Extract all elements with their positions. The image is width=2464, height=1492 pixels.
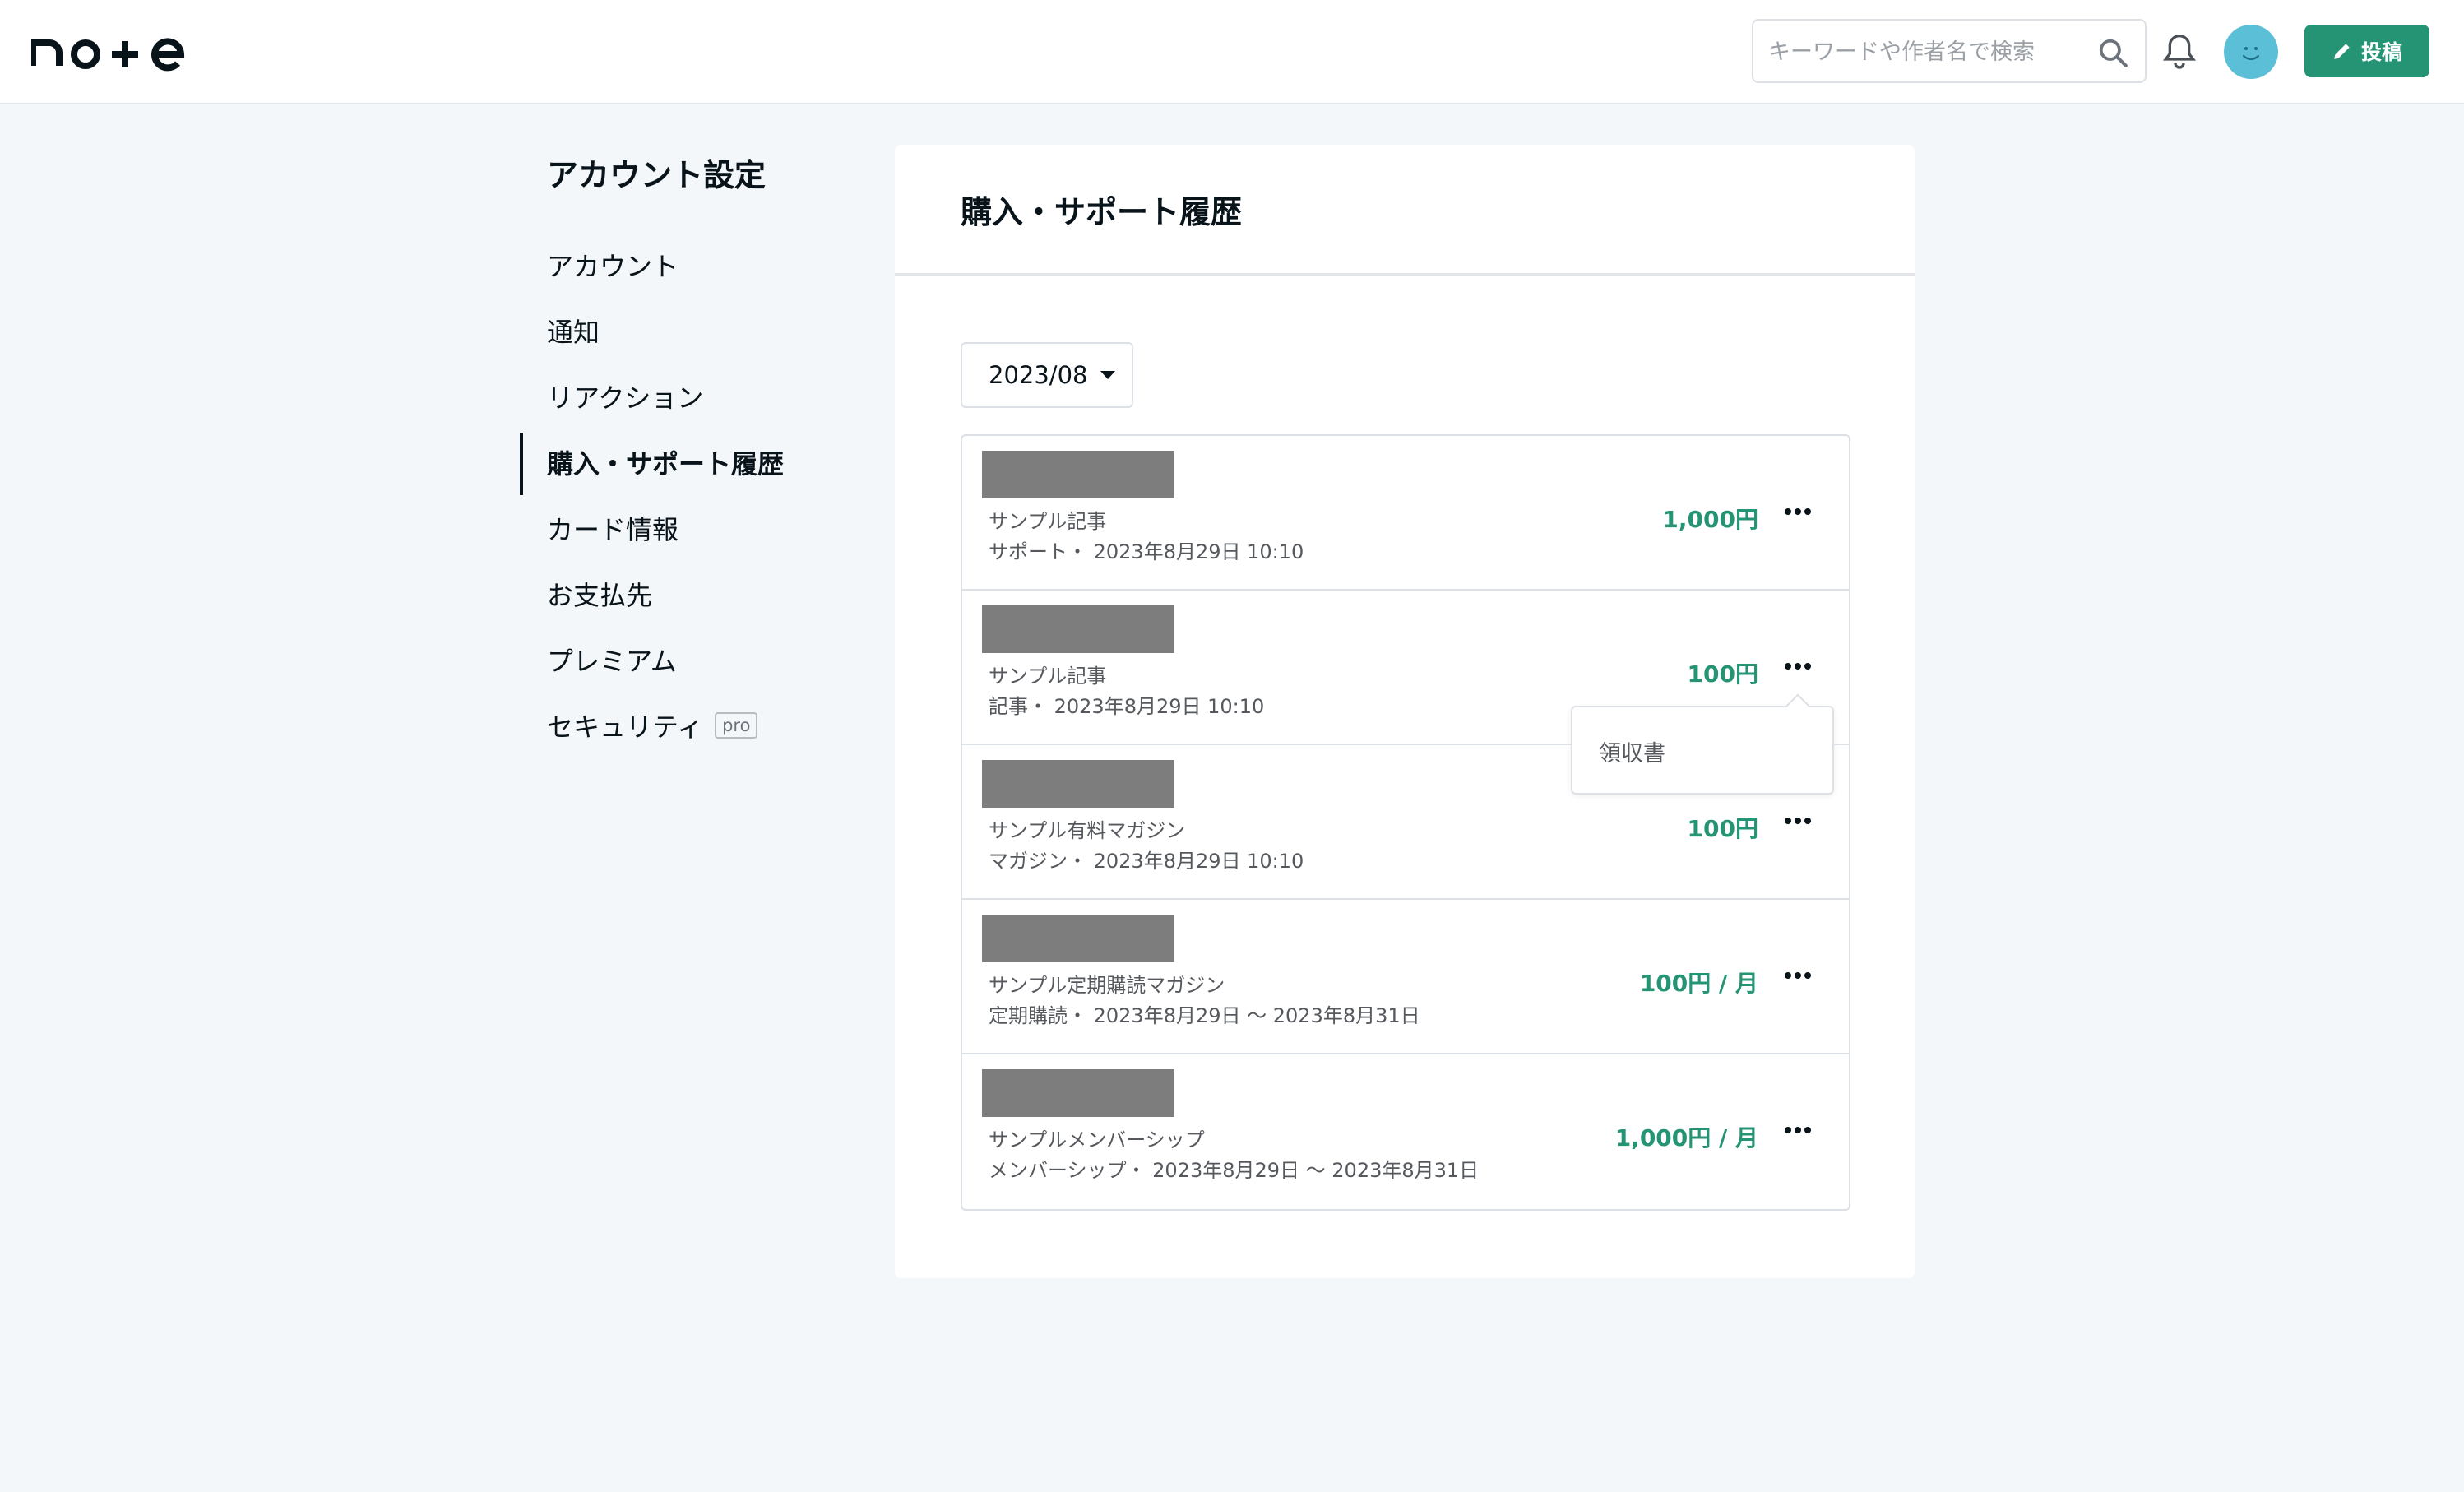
sidebar-title: アカウント設定 — [547, 157, 767, 193]
caret-down-icon — [1100, 371, 1116, 379]
pencil-icon — [2334, 44, 2350, 59]
row-price: 100円 — [1687, 660, 1758, 688]
history-row: サンプル定期購読マガジン 定期購読・ 2023年8月29日 〜 2023年8月3… — [962, 900, 1849, 1054]
sidebar-item-premium[interactable]: プレミアム — [520, 627, 832, 693]
receipt-menu-item[interactable]: 領収書 — [1599, 735, 1665, 767]
row-more-popup: 領収書 — [1571, 706, 1834, 795]
row-price: 1,000円 / 月 — [1614, 1124, 1758, 1151]
more-menu-icon[interactable] — [1776, 490, 1819, 533]
note-logo[interactable] — [31, 25, 196, 74]
sidebar-item-label: カード情報 — [547, 514, 679, 545]
more-menu-icon[interactable] — [1776, 645, 1819, 688]
row-title: サンプル有料マガジン — [989, 819, 1186, 842]
redacted-thumbnail — [982, 1069, 1174, 1117]
sidebar-item-label: リアクション — [547, 382, 704, 414]
sidebar-item-label: お支払先 — [547, 580, 653, 611]
smiley-avatar-icon — [2242, 47, 2260, 61]
row-title: サンプル定期購読マガジン — [989, 974, 1225, 997]
row-price: 100円 / 月 — [1639, 970, 1758, 997]
sidebar-item-purchase-history[interactable]: 購入・サポート履歴 — [520, 429, 832, 495]
sidebar-item-card-info[interactable]: カード情報 — [520, 495, 832, 561]
post-button-label: 投稿 — [2360, 40, 2402, 64]
row-meta: サポート・ 2023年8月29日 10:10 — [989, 540, 1304, 563]
sidebar-item-notifications[interactable]: 通知 — [520, 298, 832, 364]
redacted-thumbnail — [982, 760, 1174, 808]
sidebar-item-label: 通知 — [547, 317, 600, 348]
sidebar-item-payee[interactable]: お支払先 — [520, 561, 832, 627]
month-select-value: 2023/08 — [989, 361, 1088, 389]
redacted-thumbnail — [982, 915, 1174, 962]
history-list: サンプル記事 サポート・ 2023年8月29日 10:10 1,000円 サンプ… — [961, 434, 1850, 1211]
redacted-thumbnail — [982, 605, 1174, 653]
row-meta: 定期購読・ 2023年8月29日 〜 2023年8月31日 — [989, 1004, 1420, 1027]
search-input[interactable] — [1768, 32, 2089, 72]
top-header: 投稿 — [0, 0, 2464, 104]
sidebar-item-label: セキュリティ — [547, 711, 704, 743]
search-box — [1752, 19, 2147, 83]
page-title: 購入・サポート履歴 — [961, 193, 1243, 230]
sidebar-item-reactions[interactable]: リアクション — [520, 364, 832, 429]
row-title: サンプル記事 — [989, 510, 1107, 533]
sidebar-item-account[interactable]: アカウント — [520, 232, 832, 298]
row-title: サンプルメンバーシップ — [989, 1128, 1205, 1151]
more-menu-icon[interactable] — [1776, 1109, 1819, 1151]
redacted-thumbnail — [982, 451, 1174, 498]
history-row: サンプルメンバーシップ メンバーシップ・ 2023年8月29日 〜 2023年8… — [962, 1054, 1849, 1209]
sidebar-item-label: アカウント — [547, 251, 679, 282]
sidebar-item-label: プレミアム — [547, 646, 677, 677]
row-meta: メンバーシップ・ 2023年8月29日 〜 2023年8月31日 — [989, 1159, 1480, 1182]
row-title: サンプル記事 — [989, 665, 1107, 688]
history-row: サンプル記事 サポート・ 2023年8月29日 10:10 1,000円 — [962, 436, 1849, 591]
notification-bell-icon[interactable] — [2163, 33, 2196, 69]
sidebar-menu: アカウント 通知 リアクション 購入・サポート履歴 カード情報 お支払先 プレミ… — [520, 232, 832, 758]
sidebar-item-security[interactable]: セキュリティ pro — [520, 693, 832, 758]
more-menu-icon[interactable] — [1776, 954, 1819, 997]
sidebar-item-label: 購入・サポート履歴 — [547, 448, 785, 480]
search-icon[interactable] — [2097, 37, 2128, 68]
month-select[interactable]: 2023/08 — [961, 342, 1133, 408]
row-price: 100円 — [1687, 815, 1758, 842]
more-menu-icon[interactable] — [1776, 799, 1819, 842]
user-avatar[interactable] — [2224, 25, 2278, 79]
row-price: 1,000円 — [1662, 506, 1758, 533]
post-button[interactable]: 投稿 — [2304, 25, 2429, 77]
row-meta: マガジン・ 2023年8月29日 10:10 — [989, 850, 1304, 873]
pro-badge: pro — [715, 712, 758, 739]
row-meta: 記事・ 2023年8月29日 10:10 — [989, 695, 1265, 718]
card-header: 購入・サポート履歴 — [895, 145, 1915, 276]
